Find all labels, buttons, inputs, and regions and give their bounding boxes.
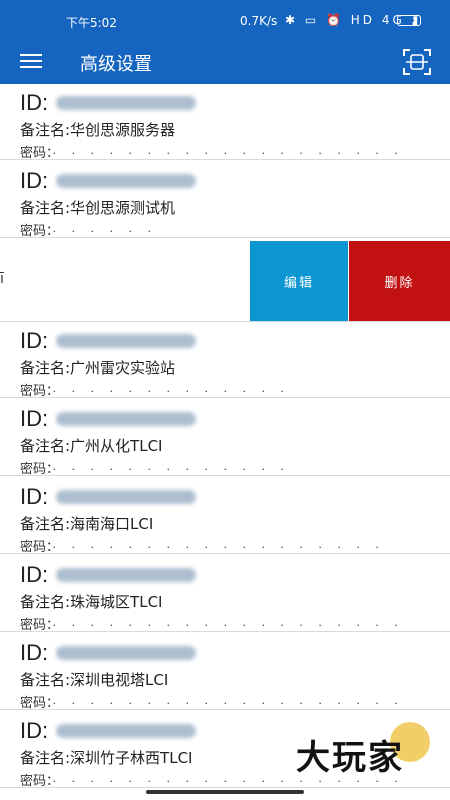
- password-dots: · · · · · · · · · · · · ·: [52, 463, 290, 476]
- password-dots: · · · · · · · · · · · · · · · · · · ·: [52, 697, 404, 710]
- id-label: ID:: [20, 718, 49, 743]
- id-label: ID:: [20, 90, 49, 115]
- password-dots: · · · · · · · · · · · · ·: [52, 385, 290, 398]
- id-row: ID:: [20, 562, 196, 588]
- id-label: ID:: [20, 328, 49, 353]
- device-list: ID: 备注名:华创思源服务器 密码：· · · · · · · · · · ·…: [0, 84, 450, 800]
- password-label: 密码：: [20, 696, 53, 711]
- password-label: 密码：: [20, 384, 53, 399]
- remark-text: 备注名:华创思源服务器: [20, 121, 176, 139]
- remark-text: 备注名:深圳竹子林西TLCI: [20, 749, 193, 767]
- password-row: 密码：· · · · · · · · · · · · · · · · · · ·: [20, 614, 404, 633]
- id-label: ID:: [20, 562, 49, 587]
- id-row: ID:: [20, 718, 196, 744]
- id-row: ID:: [20, 90, 196, 116]
- id-value-blurred: [56, 96, 196, 110]
- password-row: 密码：· · · · · · · · · · · · · · · · · ·: [20, 536, 385, 555]
- list-item[interactable]: ID: 备注名:海南海口LCI 密码：· · · · · · · · · · ·…: [0, 478, 450, 555]
- id-label: ID:: [20, 406, 49, 431]
- remark-text: 备注名:广州从化TLCI: [20, 437, 163, 455]
- list-item[interactable]: ID: 备注名:深圳电视塔LCI 密码：· · · · · · · · · · …: [0, 634, 450, 711]
- password-label: 密码：: [20, 618, 53, 633]
- id-value-blurred: [56, 412, 196, 426]
- swiped-list-item[interactable]: ī 编辑 删除: [0, 241, 450, 322]
- list-item[interactable]: ID: 备注名:广州从化TLCI 密码：· · · · · · · · · · …: [0, 400, 450, 477]
- id-value-blurred: [56, 334, 196, 348]
- remark-text: 备注名:海南海口LCI: [20, 515, 154, 533]
- password-row: 密码：· · · · · · · · · · · · ·: [20, 458, 290, 477]
- edit-button[interactable]: 编辑: [250, 241, 348, 321]
- swiped-item-text: ī: [0, 271, 4, 287]
- remark-text: 备注名:深圳电视塔LCI: [20, 671, 169, 689]
- menu-icon[interactable]: [20, 52, 42, 70]
- delete-button[interactable]: 删除: [349, 241, 450, 321]
- id-row: ID:: [20, 328, 196, 354]
- page-title: 高级设置: [80, 54, 152, 75]
- id-row: ID:: [20, 640, 196, 666]
- password-label: 密码：: [20, 146, 53, 161]
- password-dots: · · · · · ·: [52, 225, 157, 238]
- password-dots: · · · · · · · · · · · · · · · · · ·: [52, 541, 385, 554]
- home-indicator[interactable]: [146, 790, 304, 794]
- id-value-blurred: [56, 724, 196, 738]
- password-label: 密码：: [20, 774, 53, 789]
- list-item[interactable]: ID: 备注名:华创思源测试机 密码：· · · · · ·: [0, 162, 450, 239]
- id-label: ID:: [20, 484, 49, 509]
- watermark-text: 大玩家: [296, 738, 404, 778]
- list-item[interactable]: ID: 备注名:广州雷灾实验站 密码：· · · · · · · · · · ·…: [0, 322, 450, 399]
- password-label: 密码：: [20, 540, 53, 555]
- watermark-logo: 大玩家: [296, 722, 436, 782]
- id-row: ID:: [20, 406, 196, 432]
- scan-icon[interactable]: [402, 48, 432, 76]
- id-value-blurred: [56, 490, 196, 504]
- battery-icon: 74: [397, 15, 421, 26]
- id-value-blurred: [56, 568, 196, 582]
- id-value-blurred: [56, 646, 196, 660]
- id-row: ID:: [20, 484, 196, 510]
- status-bar: 下午5:02 0.7K/s ✱ ▭ ⏰ HD 4G ▮ 74: [0, 0, 450, 40]
- password-row: 密码：· · · · · · · · · · · · ·: [20, 380, 290, 399]
- id-row: ID:: [20, 168, 196, 194]
- list-item[interactable]: ID: 备注名:珠海城区TLCI 密码：· · · · · · · · · · …: [0, 556, 450, 633]
- id-label: ID:: [20, 640, 49, 665]
- password-row: 密码：· · · · · · · · · · · · · · · · · · ·: [20, 142, 404, 161]
- password-row: 密码：· · · · · · · · · · · · · · · · · · ·: [20, 692, 404, 711]
- password-dots: · · · · · · · · · · · · · · · · · · ·: [52, 619, 404, 632]
- remark-text: 备注名:珠海城区TLCI: [20, 593, 163, 611]
- remark-text: 备注名:广州雷灾实验站: [20, 359, 176, 377]
- remark-text: 备注名:华创思源测试机: [20, 199, 176, 217]
- network-speed: 0.7K/s: [240, 14, 278, 28]
- password-row: 密码：· · · · · ·: [20, 220, 157, 239]
- battery-level: 74: [403, 15, 415, 24]
- id-label: ID:: [20, 168, 49, 193]
- password-dots: · · · · · · · · · · · · · · · · · · ·: [52, 147, 404, 160]
- app-bar: 高级设置: [0, 40, 450, 84]
- id-value-blurred: [56, 174, 196, 188]
- status-time: 下午5:02: [66, 16, 117, 30]
- list-item[interactable]: ID: 备注名:华创思源服务器 密码：· · · · · · · · · · ·…: [0, 84, 450, 161]
- password-label: 密码：: [20, 462, 53, 477]
- password-label: 密码：: [20, 224, 53, 239]
